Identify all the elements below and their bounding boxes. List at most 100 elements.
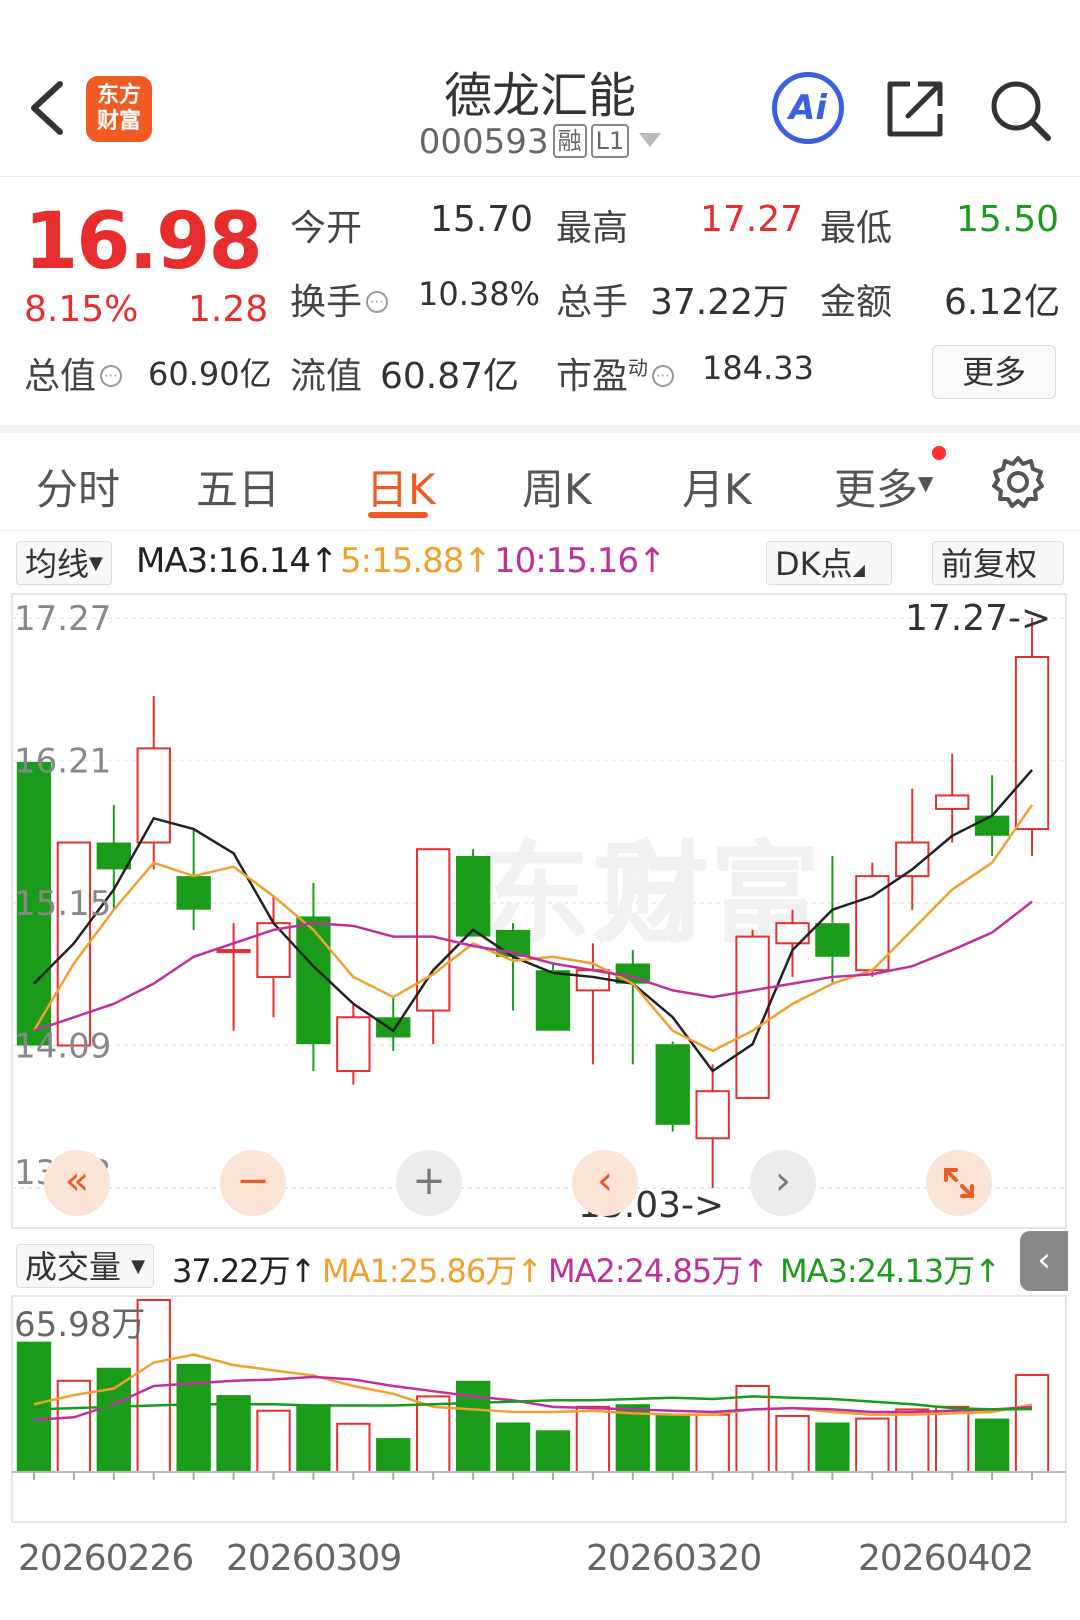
volume-bar — [815, 1422, 850, 1472]
period-tabs: 分时 五日 日K 周K 月K 更多▼ — [0, 434, 1080, 531]
volume-selector[interactable]: 成交量 ▼ — [16, 1244, 155, 1288]
candle — [336, 1003, 371, 1085]
settings-gear-icon[interactable] — [990, 454, 1046, 510]
fullscreen-expand-icon[interactable] — [926, 1150, 992, 1216]
ma-selector[interactable]: 均线▼ — [16, 541, 112, 585]
candle — [735, 929, 770, 1099]
ai-assistant-icon[interactable]: Ai — [772, 72, 844, 144]
turnover-label: 换手 — [290, 282, 363, 323]
adjust-mode-button[interactable]: 前复权 — [932, 541, 1064, 585]
high-value: 17.27 — [700, 199, 804, 240]
volume-bar — [495, 1422, 531, 1472]
zoom-out-button[interactable]: − — [220, 1150, 286, 1216]
kline-chart[interactable]: 东方 财富 17.2716.2115.1514.0913.03 17.27-> … — [0, 592, 1080, 1232]
candle-body — [535, 970, 571, 1031]
info-icon[interactable]: ⋯ — [366, 291, 389, 313]
pe-label: 市盈 — [556, 356, 629, 397]
tab-five-day[interactable]: 五日 — [196, 456, 280, 517]
candle — [416, 848, 451, 1045]
ma-indicator-bar: 均线▼ MA3:16.14↑ 5:15.88↑ 10:15.16↑ DK点◢ 前… — [0, 537, 1080, 593]
volume-bar — [336, 1422, 371, 1474]
market-cap-field[interactable]: 总值 ⋯ — [24, 347, 126, 399]
market-cap-value: 60.90亿 — [148, 355, 272, 393]
candle-body — [815, 923, 850, 957]
candle-body — [376, 1017, 411, 1038]
price-tick-label: 15.15 — [14, 884, 111, 924]
volume-bar — [376, 1438, 411, 1472]
candle-body — [1014, 655, 1050, 831]
high-marker: 17.27-> — [905, 598, 1051, 639]
candle-body — [256, 922, 291, 978]
price-tick-label: 14.09 — [14, 1027, 111, 1067]
notification-dot — [932, 446, 946, 460]
previous-button[interactable]: ‹ — [572, 1150, 638, 1216]
candle — [495, 923, 531, 1011]
pe-dynamic-mark: 动 — [628, 356, 649, 380]
info-icon[interactable]: ⋯ — [100, 365, 123, 387]
turnover-field[interactable]: 换手 ⋯ — [290, 273, 392, 325]
tab-more[interactable]: 更多▼ — [834, 456, 933, 517]
candle-body — [655, 1044, 690, 1125]
chevron-down-icon: ▼ — [89, 553, 103, 574]
app-header: 东方 财富 德龙汇能 000593 融 L1 Ai — [0, 0, 1080, 177]
candle — [176, 829, 211, 930]
stock-code: 000593 — [418, 122, 549, 162]
volume-bar — [935, 1405, 970, 1473]
collapse-panel-button[interactable]: ‹ — [1020, 1231, 1068, 1291]
volume-indicator-bar: 成交量 ▼ 37.22万↑ MA1:25.86万↑ MA2:24.85万↑ MA… — [0, 1238, 1080, 1294]
zoom-in-button[interactable]: + — [396, 1150, 462, 1216]
volume-bar — [1014, 1373, 1050, 1473]
volume-bar — [16, 1341, 52, 1472]
candle-body — [216, 949, 251, 954]
candle — [615, 950, 650, 1065]
candle-body — [455, 855, 491, 937]
tab-daily-k[interactable]: 日K — [366, 456, 436, 517]
volume-bar — [176, 1363, 211, 1472]
tab-more-label: 更多 — [834, 465, 919, 514]
vol-ma3-value: MA3:24.13万↑ — [780, 1252, 1001, 1290]
rewind-fast-button[interactable]: « — [44, 1150, 110, 1216]
price-axis-labels: 17.2716.2115.1514.0913.03 — [14, 599, 111, 1193]
volume-bar — [535, 1430, 571, 1472]
dk-label: DK点 — [775, 545, 853, 583]
pe-field[interactable]: 市盈动 ⋯ — [556, 347, 678, 399]
tab-intraday[interactable]: 分时 — [36, 456, 120, 517]
tab-monthly-k[interactable]: 月K — [682, 456, 752, 517]
float-cap-label: 流值 — [290, 356, 363, 397]
quote-panel: 16.98 8.15% 1.28 今开 15.70 最高 17.27 最低 15… — [0, 177, 1080, 433]
date-label: 20260226 — [18, 1538, 194, 1579]
candle-body — [176, 876, 211, 910]
change-amount: 1.28 — [188, 289, 269, 330]
info-icon[interactable]: ⋯ — [652, 365, 675, 387]
candle — [256, 896, 291, 1018]
candle-body — [855, 875, 890, 972]
volume-value: 37.22万↑ — [172, 1252, 316, 1290]
volume-bar — [855, 1417, 890, 1473]
candle-body — [935, 794, 970, 810]
price-tick-label: 16.21 — [14, 742, 111, 782]
candle — [136, 695, 171, 870]
volume-label: 总手 — [556, 282, 629, 323]
search-icon[interactable] — [988, 78, 1054, 144]
ma-selector-label: 均线 — [25, 545, 90, 583]
candle — [815, 855, 850, 984]
float-cap-value: 60.87亿 — [380, 356, 520, 397]
candle-body — [974, 815, 1010, 836]
next-button[interactable]: › — [750, 1150, 816, 1216]
share-icon[interactable] — [884, 78, 946, 140]
volume-bar — [735, 1384, 770, 1473]
candle — [455, 849, 491, 937]
more-quote-button[interactable]: 更多 — [932, 345, 1056, 399]
margin-tag: 融 — [552, 124, 587, 158]
change-percent: 8.15% — [24, 289, 139, 330]
candle-body — [336, 1016, 371, 1073]
date-label: 20260320 — [586, 1538, 762, 1579]
tab-weekly-k[interactable]: 周K — [522, 456, 592, 517]
volume-chart[interactable]: 65.98万 — [0, 1294, 1080, 1524]
low-value: 15.50 — [956, 199, 1060, 240]
dk-point-toggle[interactable]: DK点◢ — [766, 541, 892, 585]
turnover-value: 10.38% — [418, 275, 541, 313]
candle-body — [136, 747, 171, 844]
volume-bar — [575, 1405, 611, 1473]
dropdown-caret-icon[interactable] — [639, 133, 662, 147]
